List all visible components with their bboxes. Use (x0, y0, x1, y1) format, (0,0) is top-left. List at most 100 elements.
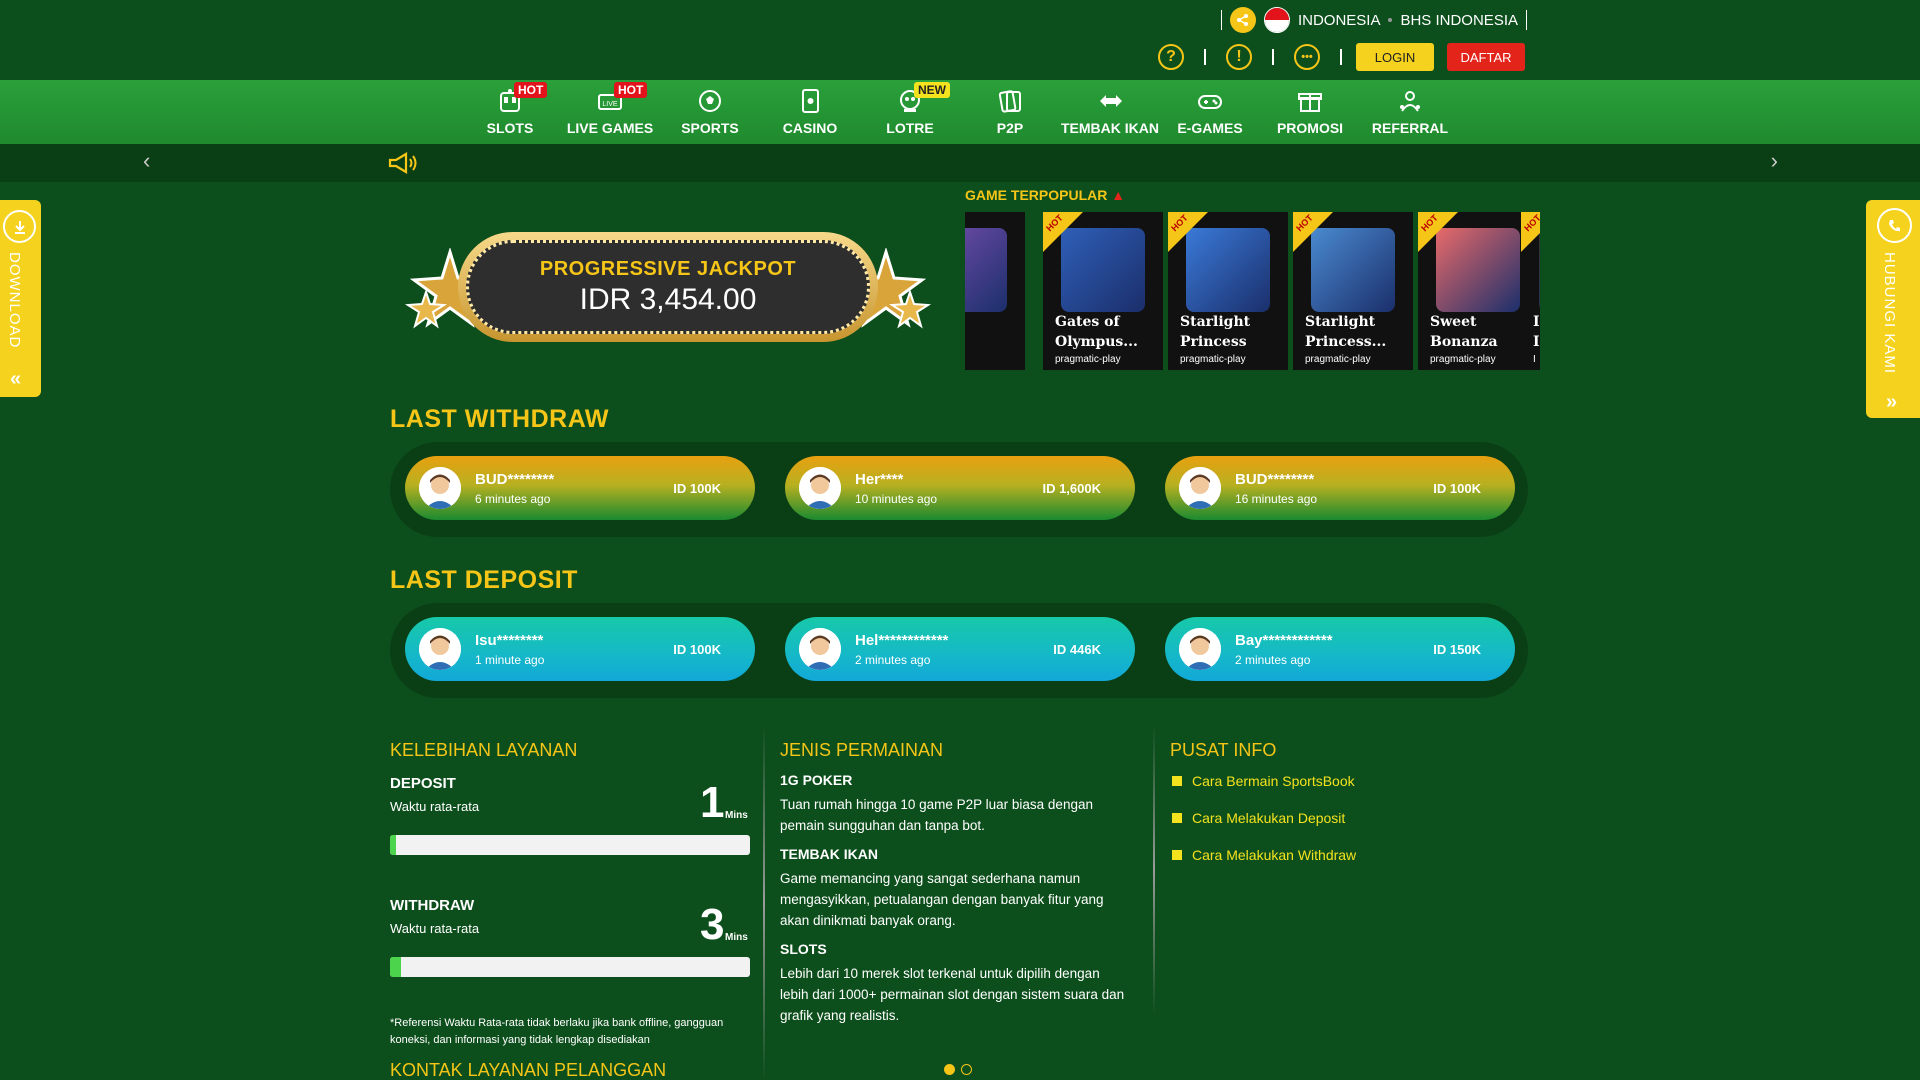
nav-item-casino[interactable]: CASINO (760, 80, 860, 144)
header-actions: ? ! ••• LOGIN DAFTAR (1138, 43, 1525, 71)
share-icon (1236, 14, 1248, 26)
user-name: Isu******** (475, 631, 544, 649)
announcement-bar: ‹ › (0, 144, 1920, 182)
progressive-jackpot: PROGRESSIVE JACKPOT IDR 3,454.00 (398, 228, 938, 346)
transaction-time: 10 minutes ago (855, 491, 938, 506)
user-avatar-icon (419, 467, 461, 509)
referral-icon (1400, 91, 1420, 112)
popular-games-carousel: HOTfs-playHOTGates ofOlympus...pragmatic… (965, 212, 1540, 370)
deposit-progress-bar (390, 835, 750, 855)
carousel-dots (944, 1064, 972, 1075)
chevron-left-icon[interactable]: ‹ (143, 148, 150, 174)
share-button[interactable] (1229, 7, 1256, 33)
nav-item-tembak-ikan[interactable]: TEMBAK IKAN (1060, 80, 1160, 144)
download-label: DOWNLOAD (6, 252, 23, 349)
chat-icon[interactable]: ••• (1294, 44, 1320, 70)
transaction-amount: ID 100K (673, 480, 721, 496)
transaction-info: Hel************ 2 minutes ago (855, 632, 1053, 667)
game-card[interactable]: HOT I I I (1521, 212, 1540, 370)
info-link-label: Cara Bermain SportsBook (1192, 773, 1355, 789)
avatar (1179, 628, 1221, 670)
separator (1272, 49, 1274, 65)
game-card[interactable]: HOT Gates of Olympus... pragmatic-play (1043, 212, 1163, 370)
login-button[interactable]: LOGIN (1356, 43, 1434, 71)
nav-label: REFERRAL (1371, 120, 1449, 136)
download-tab[interactable]: DOWNLOAD « (0, 200, 41, 397)
transaction-time: 1 minute ago (475, 652, 545, 667)
game-name-line: Olympus... (1055, 334, 1138, 350)
transaction-amount: ID 100K (673, 641, 721, 657)
user-name: Her**** (855, 470, 904, 488)
chevron-right-icon[interactable]: › (1771, 148, 1778, 174)
transaction-time: 16 minutes ago (1235, 491, 1318, 506)
language-label[interactable]: BHS INDONESIA (1400, 12, 1518, 29)
nav-item-p2p[interactable]: P2P (960, 80, 1060, 144)
game-name-line: Starlight (1305, 314, 1376, 330)
cards-icon (998, 90, 1021, 113)
help-icon[interactable]: ? (1158, 44, 1184, 70)
game-provider: pragmatic-play (1055, 354, 1121, 365)
nav-item-live-games[interactable]: LIVE LIVE GAMES HOT (560, 80, 660, 144)
nav-item-promosi[interactable]: PROMOSI (1260, 80, 1360, 144)
register-button[interactable]: DAFTAR (1447, 43, 1525, 71)
avatar (799, 628, 841, 670)
fish-icon (1100, 95, 1122, 107)
alert-icon[interactable]: ! (1226, 44, 1252, 70)
transaction-time: 2 minutes ago (855, 652, 931, 667)
transaction-amount: ID 1,600K (1042, 480, 1101, 496)
country-label[interactable]: INDONESIA (1298, 12, 1381, 29)
contact-label: HUBUNGI KAMI (1881, 252, 1898, 375)
game-name: Gates of Olympus... (1055, 312, 1138, 352)
game-name: Starlight Princess (1180, 312, 1250, 352)
info-link[interactable]: Cara Melakukan Deposit (1172, 810, 1345, 826)
transaction-time: 6 minutes ago (475, 491, 551, 506)
last-withdraw-title: LAST WITHDRAW (390, 405, 609, 433)
nav-item-referral[interactable]: REFERRAL (1360, 80, 1460, 144)
game-name-line: Gates of (1055, 314, 1120, 330)
game-type-desc: Lebih dari 10 merek slot terkenal untuk … (780, 966, 1100, 981)
indonesia-flag-icon[interactable] (1263, 7, 1290, 33)
game-type-heading: 1G POKER (780, 772, 853, 788)
column-divider (1153, 725, 1155, 1015)
game-card[interactable]: HOT Starlight Princess pragmatic-play (1168, 212, 1288, 370)
last-withdraw-item: Her**** 10 minutes ago ID 1,600K (785, 456, 1135, 520)
bullet-icon (1172, 813, 1182, 823)
last-deposit-item: Bay************ 2 minutes ago ID 150K (1165, 617, 1515, 681)
deposit-sub: Waktu rata-rata (390, 799, 480, 814)
nav-item-lotre[interactable]: LOTRE NEW (860, 80, 960, 144)
nav-item-slots[interactable]: SLOTS HOT (460, 80, 560, 144)
avatar (419, 628, 461, 670)
jackpot-value: IDR 3,454.00 (579, 282, 757, 316)
contact-tab[interactable]: HUBUNGI KAMI » (1866, 200, 1920, 418)
user-name: BUD******** (1235, 470, 1315, 488)
mins-label: Mins (725, 932, 748, 943)
nav-item-e-games[interactable]: E-GAMES (1160, 80, 1260, 144)
game-name: II (1533, 312, 1540, 352)
gamepad-icon (1198, 95, 1222, 109)
game-provider: pragmatic-play (1430, 354, 1496, 365)
game-name: Starlight Princess... (1305, 312, 1386, 352)
separator (1340, 49, 1342, 65)
chevrons-left-icon: « (10, 368, 22, 390)
game-type-desc: akan dinikmati banyak orang. (780, 913, 956, 928)
game-card[interactable]: HOTfs-play (965, 212, 1025, 370)
main-nav: SLOTS HOT LIVE LIVE GAMES HOT SPORTS CASINO LOT… (0, 80, 1920, 144)
game-card[interactable]: HOT Starlight Princess... pragmatic-play (1293, 212, 1413, 370)
info-title: PUSAT INFO (1170, 740, 1277, 760)
info-link[interactable]: Cara Melakukan Withdraw (1172, 847, 1356, 863)
deposit-progress-fill (390, 835, 397, 855)
nav-label: PROMOSI (1276, 120, 1344, 136)
game-name-line: I (1533, 334, 1540, 350)
nav-item-sports[interactable]: SPORTS (660, 80, 760, 144)
game-type-desc: lebih dari 1000+ permainan slot dengan s… (780, 987, 1125, 1002)
carousel-dot[interactable] (961, 1064, 972, 1075)
deposit-label: DEPOSIT (390, 775, 456, 792)
info-link[interactable]: Cara Bermain SportsBook (1172, 773, 1355, 789)
game-type-heading: SLOTS (780, 941, 827, 957)
carousel-dot[interactable] (944, 1064, 955, 1075)
game-card[interactable]: HOT Sweet Bonanza pragmatic-play (1418, 212, 1538, 370)
jackpot-display: PROGRESSIVE JACKPOT IDR 3,454.00 (466, 240, 870, 334)
game-name-line: Princess (1180, 334, 1247, 350)
game-type-desc: Tuan rumah hingga 10 game P2P luar biasa… (780, 797, 1093, 812)
dot-separator (1388, 18, 1393, 22)
